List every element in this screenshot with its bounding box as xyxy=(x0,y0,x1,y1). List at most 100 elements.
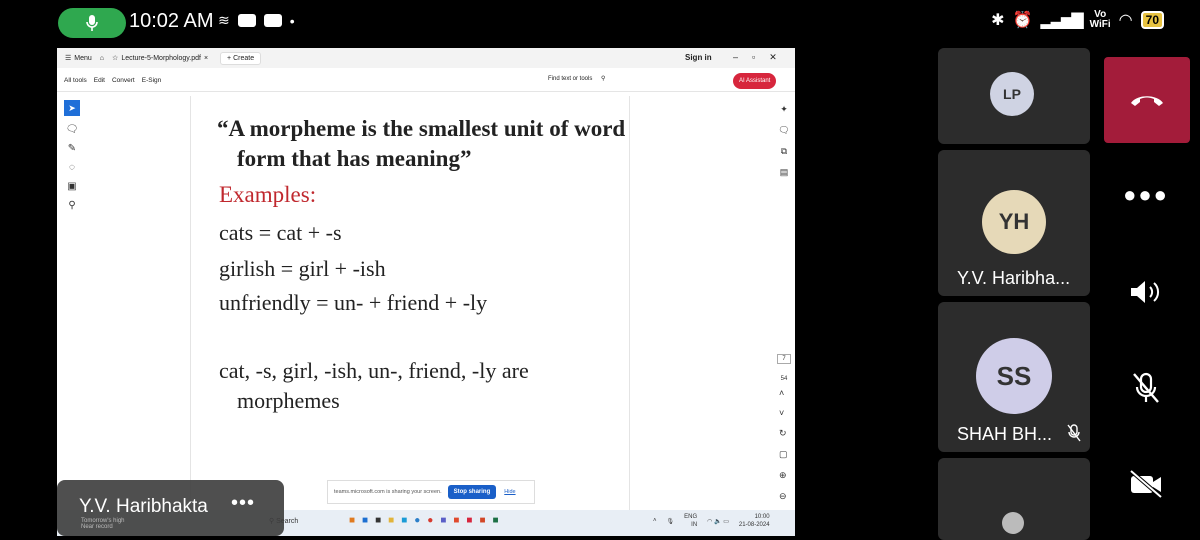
app-icon[interactable]: ■ xyxy=(349,515,355,526)
meeting-screen: 10:02 AM ≋ • ✱ ⏰ ▂▃▅▇ Vo WiFi ◠ 70 ☰ Menu… xyxy=(0,0,1200,540)
page-thumbnails-icon[interactable]: ▤ xyxy=(780,167,789,178)
comment-panel-icon[interactable]: 🗨 xyxy=(778,125,789,136)
more-options-button[interactable]: ●●● xyxy=(1120,175,1172,215)
chevron-down-icon[interactable]: ˅ xyxy=(779,408,788,418)
hamburger-icon: ☰ xyxy=(65,55,72,62)
stop-sharing-button[interactable]: Stop sharing xyxy=(447,485,497,499)
find-text-box[interactable]: Find text or tools ⚲ xyxy=(541,75,605,82)
page-total: 54 xyxy=(780,376,788,382)
chrome-icon[interactable]: ● xyxy=(427,515,433,526)
minimize-icon[interactable]: – xyxy=(733,52,738,63)
morphemes-line-1: cat, -s, girl, -ish, un-, friend, -ly ar… xyxy=(219,358,529,383)
speaker-icon xyxy=(1131,281,1160,303)
microphone-icon xyxy=(86,15,98,31)
zoom-out-icon[interactable]: ⊖ xyxy=(779,491,788,502)
presenter-name-tag[interactable]: Y.V. Haribhakta ••• Tomorrow's high Near… xyxy=(57,480,284,536)
network-volume-battery-icons[interactable]: ◠ 🔈 ▭ xyxy=(707,518,729,525)
tray-chevron-up-icon[interactable]: ˄ xyxy=(653,518,657,524)
text-box-icon[interactable]: ▣ xyxy=(67,181,76,192)
examples-heading: Examples: xyxy=(219,182,317,207)
share-message: teams.microsoft.com is sharing your scre… xyxy=(334,489,442,495)
wifi-icon: ◠ xyxy=(1118,12,1133,29)
alarm-icon: ⏰ xyxy=(1012,12,1033,29)
bookmark-icon[interactable]: ⧉ xyxy=(781,146,787,157)
participant-tile-video[interactable] xyxy=(938,458,1090,540)
search-icon: ⚲ xyxy=(601,76,606,82)
speaker-button[interactable] xyxy=(1120,272,1172,312)
participant-tile-ss[interactable]: SS SHAH BH... xyxy=(938,302,1090,452)
battery-indicator: 70 xyxy=(1140,11,1164,29)
participant-tile-yh[interactable]: YH Y.V. Haribha... xyxy=(938,150,1090,296)
lasso-icon[interactable]: ◌ xyxy=(69,162,75,173)
status-bar: 10:02 AM ≋ • ✱ ⏰ ▂▃▅▇ Vo WiFi ◠ 70 xyxy=(0,0,1200,44)
example-line: girlish = girl + -ish xyxy=(219,256,386,281)
sign-in-button[interactable]: Sign in xyxy=(685,53,712,62)
toolbar-convert[interactable]: Convert xyxy=(112,77,135,84)
acrobat-icon[interactable]: ■ xyxy=(466,515,472,526)
participant-name: SHAH BH... xyxy=(957,424,1053,444)
mute-button[interactable] xyxy=(1120,368,1172,408)
excel-icon[interactable]: ■ xyxy=(493,515,499,526)
mic-off-icon xyxy=(1133,372,1159,403)
example-line: cats = cat + -s xyxy=(219,220,342,245)
end-call-button[interactable] xyxy=(1104,57,1190,143)
close-tab-icon[interactable]: × xyxy=(204,55,208,62)
pdf-toolbar: All tools Edit Convert E-Sign Find text … xyxy=(57,70,795,92)
muted-mic-icon xyxy=(1066,424,1082,447)
presenter-name: Y.V. Haribhakta xyxy=(79,496,208,517)
chevron-up-icon[interactable]: ˄ xyxy=(779,388,788,398)
pen-icon[interactable]: ✎ xyxy=(68,143,76,154)
app-icon[interactable]: ■ xyxy=(453,515,459,526)
app-icon[interactable]: ■ xyxy=(401,515,407,526)
powerpoint-icon[interactable]: ■ xyxy=(479,515,485,526)
toolbar-esign[interactable]: E-Sign xyxy=(142,77,162,84)
teams-icon[interactable]: ■ xyxy=(440,515,446,526)
app-icon[interactable]: ■ xyxy=(362,515,368,526)
home-icon[interactable]: ⌂ xyxy=(100,55,104,62)
select-cursor-icon[interactable]: ➤ xyxy=(64,100,80,116)
youtube-icon-2 xyxy=(263,14,282,27)
shared-screen: ☰ Menu ⌂ ☆ Lecture-5-Morphology.pdf × + Cr… xyxy=(57,48,795,536)
participant-tile-lp[interactable]: LP xyxy=(938,48,1090,144)
tray-mic-icon[interactable]: 🎙 xyxy=(667,518,675,525)
signal-icon: ▂▃▅▇ xyxy=(1040,12,1083,29)
maximize-icon[interactable]: ▫ xyxy=(752,52,755,63)
left-tool-rail: ➤ 🗨 ✎ ◌ ▣ ⚲ xyxy=(61,100,83,300)
stamp-icon[interactable]: ⚲ xyxy=(68,200,75,211)
toolbar-all-tools[interactable]: All tools xyxy=(64,77,87,84)
input-language[interactable]: ENG IN xyxy=(684,513,697,529)
close-icon[interactable]: ✕ xyxy=(769,52,777,63)
camera-button[interactable] xyxy=(1120,464,1172,504)
data-saver-icon: ≋ xyxy=(218,12,230,28)
comment-icon[interactable]: 🗨 xyxy=(66,124,79,135)
menu-button[interactable]: ☰ Menu xyxy=(65,54,92,63)
definition-line-1: “A morpheme is the smallest unit of word xyxy=(217,116,626,141)
right-tool-rail: ✦ 🗨 ⧉ ▤ xyxy=(775,104,793,178)
more-options-icon[interactable]: ••• xyxy=(231,492,255,515)
taskbar-clock[interactable]: 10:00 21-08-2024 xyxy=(739,513,770,529)
zoom-in-icon[interactable]: ⊕ xyxy=(779,470,788,481)
pdf-tab[interactable]: ☆ Lecture-5-Morphology.pdf × xyxy=(112,54,208,63)
vowifi-label: Vo WiFi xyxy=(1089,9,1111,30)
person-icon xyxy=(1002,512,1024,534)
refresh-icon[interactable]: ↻ xyxy=(779,428,788,439)
file-explorer-icon[interactable]: ■ xyxy=(388,515,394,526)
example-line: unfriendly = un- + friend + -ly xyxy=(219,290,488,315)
page-nav: ˄ ˅ ↻ ▢ ⊕ ⊖ xyxy=(779,388,788,502)
camera-off-icon xyxy=(1129,469,1163,499)
create-tab-button[interactable]: + Create xyxy=(220,51,262,65)
system-tray: ˄ 🎙 ENG IN ◠ 🔈 ▭ 10:00 21-08-2024 xyxy=(653,513,770,529)
hide-link[interactable]: Hide xyxy=(504,489,515,495)
toolbar-edit[interactable]: Edit xyxy=(94,77,105,84)
mic-active-indicator[interactable] xyxy=(58,8,126,38)
avatar: LP xyxy=(990,72,1034,116)
ai-assistant-button[interactable]: AI Assistant xyxy=(733,73,777,89)
edge-icon[interactable]: ● xyxy=(414,515,420,526)
app-icon[interactable]: ■ xyxy=(375,515,381,526)
page-number[interactable]: 7 xyxy=(777,354,791,364)
ai-sparkle-icon[interactable]: ✦ xyxy=(780,104,788,115)
save-icon[interactable]: ▢ xyxy=(779,449,788,460)
hang-up-icon xyxy=(1131,96,1163,106)
avatar: SS xyxy=(976,338,1052,414)
pdf-title-bar: ☰ Menu ⌂ ☆ Lecture-5-Morphology.pdf × + Cr… xyxy=(57,48,795,68)
